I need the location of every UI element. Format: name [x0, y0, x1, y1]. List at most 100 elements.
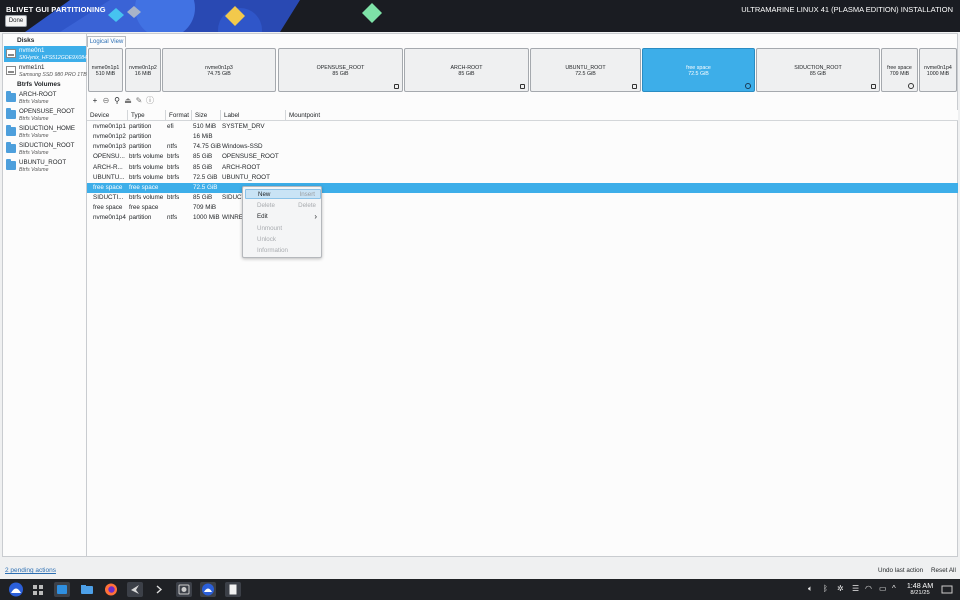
volume-name: SIDUCTION_ROOT [19, 142, 75, 149]
cell-size: 510 MiB [193, 123, 217, 130]
cell-type: btrfs volume [129, 194, 164, 202]
cell-label: Windows-SSD [222, 143, 263, 151]
search-button[interactable]: ⚲ [112, 96, 122, 106]
menu-item-new[interactable]: New Insert [245, 189, 321, 199]
clock[interactable]: 1:48 AM 8/21/25 [902, 581, 938, 596]
undo-last-action-button[interactable]: Undo last action [874, 564, 927, 576]
column-header-type[interactable]: Type [128, 110, 166, 121]
block-size: 74.75 GiB [207, 71, 231, 77]
partition-block-opensuse-root[interactable]: OPENSUSE_ROOT 85 GiB [278, 48, 403, 92]
done-button[interactable]: Done [5, 15, 27, 27]
cell-format: efi [167, 123, 174, 130]
btrfs-volume-icon [632, 84, 637, 89]
unmount-button[interactable]: ⏏ [123, 96, 133, 106]
system-settings-icon[interactable] [54, 582, 70, 597]
table-row[interactable]: free space free space 709 MiB [87, 203, 958, 213]
menu-item-information[interactable]: Information [245, 246, 321, 256]
sidebar-volume-siduction-home[interactable]: SIDUCTION_HOME Btrfs Volume [4, 124, 86, 140]
menu-item-edit[interactable]: Edit › [245, 212, 321, 222]
sidebar-disk-nvme0n1[interactable]: nvme0n1 SKHynix_HFS512GDE9X084N [4, 46, 87, 62]
pending-actions-link[interactable]: 2 pending actions [5, 567, 56, 574]
show-desktop-icon[interactable] [939, 582, 955, 597]
disk-name: nvme0n1 [19, 47, 45, 54]
table-row[interactable]: nvme0n1p1 partition efi 510 MiB SYSTEM_DRV [87, 122, 958, 132]
menu-item-unlock[interactable]: Unlock [245, 235, 321, 245]
sidebar-volume-ubuntu-root[interactable]: UBUNTU_ROOT Btrfs Volume [4, 158, 86, 174]
block-size: 85 GiB [332, 71, 349, 77]
table-row[interactable]: nvme0n1p2 partition 16 MiB [87, 132, 958, 142]
partition-block-arch-root[interactable]: ARCH-ROOT 85 GiB [404, 48, 529, 92]
reset-all-button[interactable]: Reset All [927, 564, 960, 576]
remove-partition-button[interactable]: ⊖ [101, 96, 111, 106]
partition-block-siduction-root[interactable]: SIDUCTION_ROOT 85 GiB [756, 48, 880, 92]
partition-block-free-space-small[interactable]: free space 709 MiB [881, 48, 918, 92]
cell-size: 72.5 GiB [193, 173, 218, 181]
partition-block-nvme0n1p2[interactable]: nvme0n1p2 16 MiB [125, 48, 161, 92]
context-menu: New Insert Delete Delete Edit › Unmount … [242, 186, 322, 258]
menu-item-unmount[interactable]: Unmount [245, 224, 321, 234]
partition-block-nvme0n1p1[interactable]: nvme0n1p1 510 MiB [88, 48, 123, 92]
cell-label: UBUNTU_ROOT [222, 173, 270, 181]
btrfs-volume-icon [520, 84, 525, 89]
installer-icon[interactable] [127, 582, 143, 597]
tab-logical-view[interactable]: Logical View [87, 36, 126, 47]
ultramarine-installer-icon[interactable] [200, 582, 216, 597]
menu-item-delete[interactable]: Delete Delete [245, 201, 321, 211]
menu-item-label: Delete [257, 201, 275, 209]
table-row[interactable]: nvme0n1p4 partition ntfs 1000 MiB WINRE_ [87, 213, 958, 223]
expand-tray-icon[interactable]: ^ [892, 583, 896, 595]
column-header-label[interactable]: Label [221, 110, 286, 121]
column-header-mountpoint[interactable]: Mountpoint [286, 110, 958, 121]
folder-icon [6, 108, 16, 119]
cell-type: partition [129, 123, 152, 130]
sidebar-volume-opensuse-root[interactable]: OPENSUSE_ROOT Btrfs Volume [4, 107, 86, 123]
terminal-icon[interactable] [152, 582, 168, 597]
document-icon[interactable] [225, 582, 241, 597]
partition-block-free-space[interactable]: free space 72.5 GiB [642, 48, 755, 92]
hard-disk-icon [6, 49, 16, 58]
column-header-format[interactable]: Format [166, 110, 192, 121]
taskbar: 🔈︎ ᛒ ✲ ☰ ◠ ▭ ^ 1:48 AM 8/21/25 [0, 579, 960, 600]
table-row[interactable]: ARCH-R... btrfs volume btrfs 85 GiB ARCH-ROO… [87, 163, 958, 173]
column-header-size[interactable]: Size [192, 110, 221, 121]
table-row[interactable]: SIDUCTI... btrfs volume btrfs 85 GiB SIDUCT [87, 193, 958, 203]
volume-icon[interactable]: 🔈︎ [808, 583, 813, 595]
file-manager-icon[interactable] [79, 582, 95, 597]
wifi-icon[interactable]: ◠ [865, 583, 872, 595]
app-launcher-icon[interactable] [8, 582, 24, 597]
table-row[interactable]: free space free space 72.5 GiB [87, 182, 958, 193]
cell-size: 85 GiB [193, 163, 213, 171]
brightness-icon[interactable]: ✲ [837, 583, 844, 595]
sidebar-volume-siduction-root[interactable]: SIDUCTION_ROOT Btrfs Volume [4, 141, 86, 157]
cell-type: partition [129, 214, 152, 222]
battery-icon[interactable]: ▭ [879, 583, 887, 595]
edit-button[interactable]: ✎ [134, 96, 144, 106]
bluetooth-icon[interactable]: ᛒ [823, 583, 828, 595]
cell-device: OPENSU... [93, 153, 125, 161]
free-space-icon [745, 83, 751, 89]
column-header-device[interactable]: Device [87, 110, 128, 121]
partition-block-ubuntu-root[interactable]: UBUNTU_ROOT 72.5 GiB [530, 48, 641, 92]
volume-type: Btrfs Volume [19, 149, 49, 156]
volume-type: Btrfs Volume [19, 115, 49, 122]
pager-icon[interactable] [30, 582, 46, 597]
info-button[interactable]: ⓘ [145, 96, 155, 106]
cell-type: btrfs volume [129, 173, 164, 181]
clipboard-icon[interactable]: ☰ [852, 583, 859, 595]
partition-block-nvme0n1p3[interactable]: nvme0n1p3 74.75 GiB [162, 48, 276, 92]
folder-icon [6, 125, 16, 136]
cell-size: 72.5 GiB [193, 183, 218, 191]
volume-name: SIDUCTION_HOME [19, 125, 76, 132]
sidebar-volume-arch-root[interactable]: ARCH-ROOT Btrfs Volume [4, 90, 86, 106]
cell-device: nvme0n1p2 [93, 133, 126, 141]
partition-block-nvme0n1p4[interactable]: nvme0n1p4 1000 MiB [919, 48, 957, 92]
table-row[interactable]: OPENSU... btrfs volume btrfs 85 GiB OPENSUSE… [87, 152, 958, 162]
sidebar-disk-nvme1n1[interactable]: nvme1n1 Samsung SSD 980 PRO 1TB [4, 63, 87, 79]
volume-type: Btrfs Volume [19, 98, 49, 105]
cell-label: SYSTEM_DRV [222, 123, 265, 130]
table-row[interactable]: UBUNTU... btrfs volume btrfs 72.5 GiB UBUNTU… [87, 173, 958, 183]
partition-manager-icon[interactable] [176, 582, 192, 597]
firefox-icon[interactable] [103, 582, 119, 597]
table-row[interactable]: nvme0n1p3 partition ntfs 74.75 GiB Windows-S… [87, 142, 958, 152]
add-partition-button[interactable]: + [90, 96, 100, 106]
